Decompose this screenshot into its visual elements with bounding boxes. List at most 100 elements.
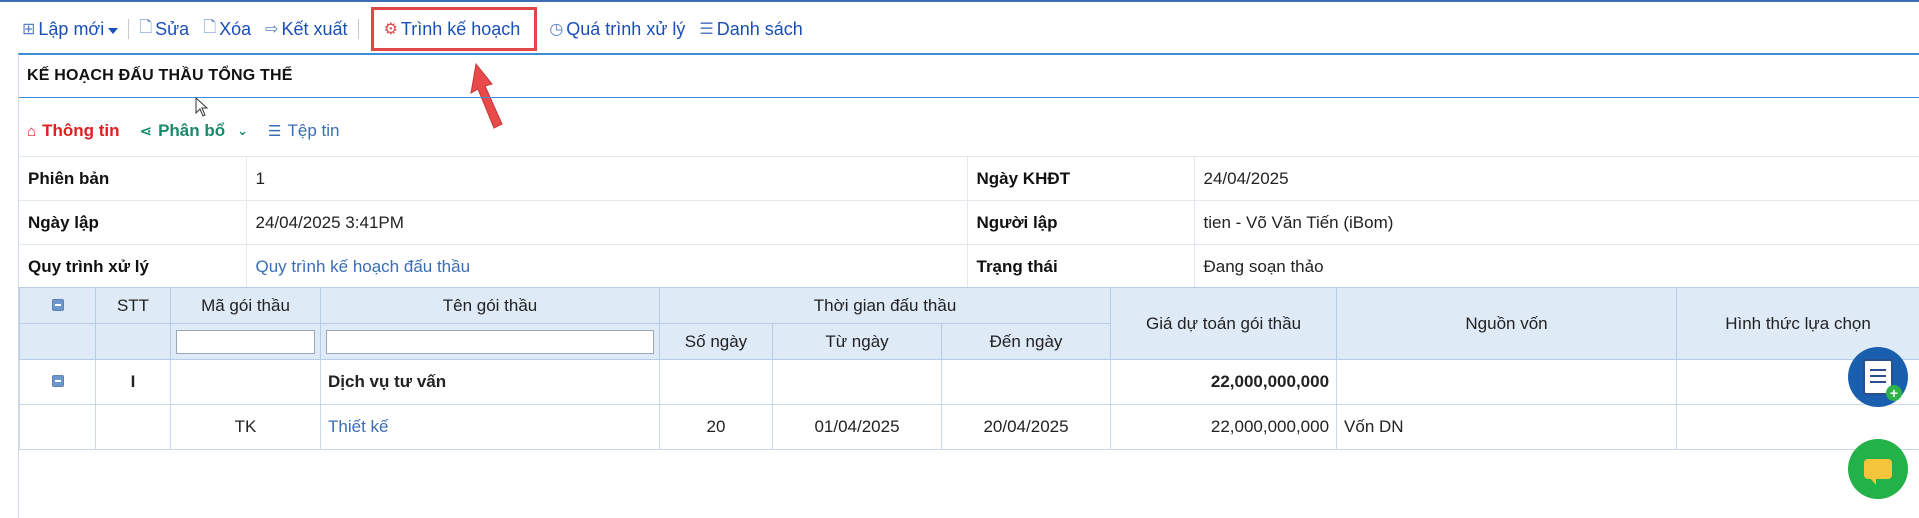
workflow-link[interactable]: Quy trình kế hoạch đấu thầu xyxy=(256,257,471,276)
submit-plan-button[interactable]: ⚙ Trình kế hoạch xyxy=(371,7,538,51)
title-divider xyxy=(19,97,1919,98)
header-from-date: Từ ngày xyxy=(773,324,942,360)
collapse-all-cell[interactable] xyxy=(20,288,96,324)
process-history-button[interactable]: ◷ Quá trình xử lý xyxy=(549,15,685,43)
share-nodes-icon: ⋖ xyxy=(139,122,152,140)
tab-info[interactable]: ⌂ Thông tin xyxy=(27,121,119,141)
gear-icon: ⚙ xyxy=(384,19,398,39)
header-bid-time: Thời gian đấu thầu xyxy=(660,288,1111,324)
row-select-cell xyxy=(20,405,96,450)
delete-button[interactable]: 🗋 Xóa xyxy=(203,15,251,43)
header-estimate: Giá dự toán gói thầu xyxy=(1111,288,1337,360)
info-row: Ngày lập 24/04/2025 3:41PM Người lập tie… xyxy=(19,201,1919,245)
group-days xyxy=(660,360,773,405)
toolbar: ⊞ Lập mới 🗋 Sửa 🗋 Xóa ⇨ Kết xuất ⚙ Trình… xyxy=(22,14,803,44)
header-days: Số ngày xyxy=(660,324,773,360)
new-button[interactable]: ⊞ Lập mới xyxy=(22,15,118,43)
row-funding: Vốn DN xyxy=(1337,405,1677,450)
tab-files[interactable]: ☰ Tệp tin xyxy=(268,121,339,141)
info-row: Quy trình xử lý Quy trình kế hoạch đấu t… xyxy=(19,245,1919,289)
created-date-label: Ngày lập xyxy=(19,201,246,245)
group-collapse-cell[interactable] xyxy=(20,360,96,405)
group-code xyxy=(171,360,321,405)
mouse-cursor-icon xyxy=(195,97,209,117)
top-border xyxy=(0,0,1919,2)
plan-date-label: Ngày KHĐT xyxy=(967,157,1194,201)
row-stt xyxy=(96,405,171,450)
workflow-value-cell: Quy trình kế hoạch đấu thầu xyxy=(246,245,967,289)
edit-button-label: Sửa xyxy=(155,19,189,40)
history-clock-icon: ◷ xyxy=(549,19,563,39)
plus-icon: + xyxy=(1886,385,1902,401)
version-value: 1 xyxy=(246,157,967,201)
plan-panel: KẾ HOẠCH ĐẤU THẦU TỔNG THỂ ⌂ Thông tin ⋖… xyxy=(18,53,1919,518)
package-name-link[interactable]: Thiết kế xyxy=(328,417,388,436)
table-row: TK Thiết kế 20 01/04/2025 20/04/2025 22,… xyxy=(20,405,1919,450)
status-value: Đang soạn thảo xyxy=(1194,245,1919,289)
collapse-group-icon[interactable] xyxy=(52,375,64,387)
dropdown-caret-icon xyxy=(108,28,118,34)
header-funding: Nguồn vốn xyxy=(1337,288,1677,360)
tab-info-label: Thông tin xyxy=(42,121,119,141)
creator-label: Người lập xyxy=(967,201,1194,245)
detail-tabs: ⌂ Thông tin ⋖ Phân bổ ⌄ ☰ Tệp tin xyxy=(27,121,359,141)
edit-button[interactable]: 🗋 Sửa xyxy=(139,15,189,43)
tab-files-label: Tệp tin xyxy=(287,121,339,141)
row-to-date: 20/04/2025 xyxy=(942,405,1111,450)
info-row: Phiên bản 1 Ngày KHĐT 24/04/2025 xyxy=(19,157,1919,201)
header-to-date: Đến ngày xyxy=(942,324,1111,360)
version-label: Phiên bản xyxy=(19,157,246,201)
submit-plan-button-label: Trình kế hoạch xyxy=(401,19,520,40)
header-stt: STT xyxy=(96,288,171,324)
header-package-code: Mã gói thầu xyxy=(171,288,321,324)
toolbar-separator xyxy=(128,19,129,39)
info-table: Phiên bản 1 Ngày KHĐT 24/04/2025 Ngày lậ… xyxy=(19,156,1919,289)
chat-fab[interactable] xyxy=(1848,439,1908,499)
group-row: I Dịch vụ tư vấn 22,000,000,000 xyxy=(20,360,1919,405)
filter-empty-cell xyxy=(96,324,171,360)
group-name: Dịch vụ tư vấn xyxy=(321,360,660,405)
group-from xyxy=(773,360,942,405)
package-name-filter-input[interactable] xyxy=(326,330,654,354)
list-button[interactable]: ☰ Danh sách xyxy=(699,15,802,43)
export-button[interactable]: ⇨ Kết xuất xyxy=(265,15,347,43)
delete-document-icon: 🗋 xyxy=(203,16,216,43)
chat-bubble-icon xyxy=(1864,459,1892,479)
group-funding xyxy=(1337,360,1677,405)
workflow-label: Quy trình xử lý xyxy=(19,245,246,289)
list-button-label: Danh sách xyxy=(717,19,803,40)
add-square-icon: ⊞ xyxy=(22,19,35,39)
group-stt: I xyxy=(96,360,171,405)
package-code-filter-input[interactable] xyxy=(176,330,315,354)
tab-allocation[interactable]: ⋖ Phân bổ ⌄ xyxy=(139,121,248,141)
creator-value: tien - Võ Văn Tiến (iBom) xyxy=(1194,201,1919,245)
row-days: 20 xyxy=(660,405,773,450)
home-icon: ⌂ xyxy=(27,123,36,140)
filter-code-cell xyxy=(171,324,321,360)
row-name-cell: Thiết kế xyxy=(321,405,660,450)
edit-document-icon: 🗋 xyxy=(139,16,152,43)
export-button-label: Kết xuất xyxy=(282,19,348,40)
add-document-fab[interactable]: + xyxy=(1848,347,1908,407)
delete-button-label: Xóa xyxy=(219,19,251,40)
row-from-date: 01/04/2025 xyxy=(773,405,942,450)
chevron-down-icon: ⌄ xyxy=(237,123,248,139)
header-package-name: Tên gói thầu xyxy=(321,288,660,324)
group-to xyxy=(942,360,1111,405)
packages-table: STT Mã gói thầu Tên gói thầu Thời gian đ… xyxy=(19,287,1919,450)
header-row: STT Mã gói thầu Tên gói thầu Thời gian đ… xyxy=(20,288,1919,324)
row-code: TK xyxy=(171,405,321,450)
filter-empty-cell xyxy=(20,324,96,360)
page-title: KẾ HOẠCH ĐẤU THẦU TỔNG THỂ xyxy=(27,67,293,85)
plan-date-value: 24/04/2025 xyxy=(1194,157,1919,201)
list-icon: ☰ xyxy=(268,122,281,140)
collapse-all-icon[interactable] xyxy=(52,299,64,311)
process-history-button-label: Quá trình xử lý xyxy=(566,19,685,40)
filter-name-cell xyxy=(321,324,660,360)
row-estimate: 22,000,000,000 xyxy=(1111,405,1337,450)
list-icon: ☰ xyxy=(699,19,713,39)
status-label: Trạng thái xyxy=(967,245,1194,289)
created-date-value: 24/04/2025 3:41PM xyxy=(246,201,967,245)
group-estimate: 22,000,000,000 xyxy=(1111,360,1337,405)
new-button-label: Lập mới xyxy=(38,19,104,40)
